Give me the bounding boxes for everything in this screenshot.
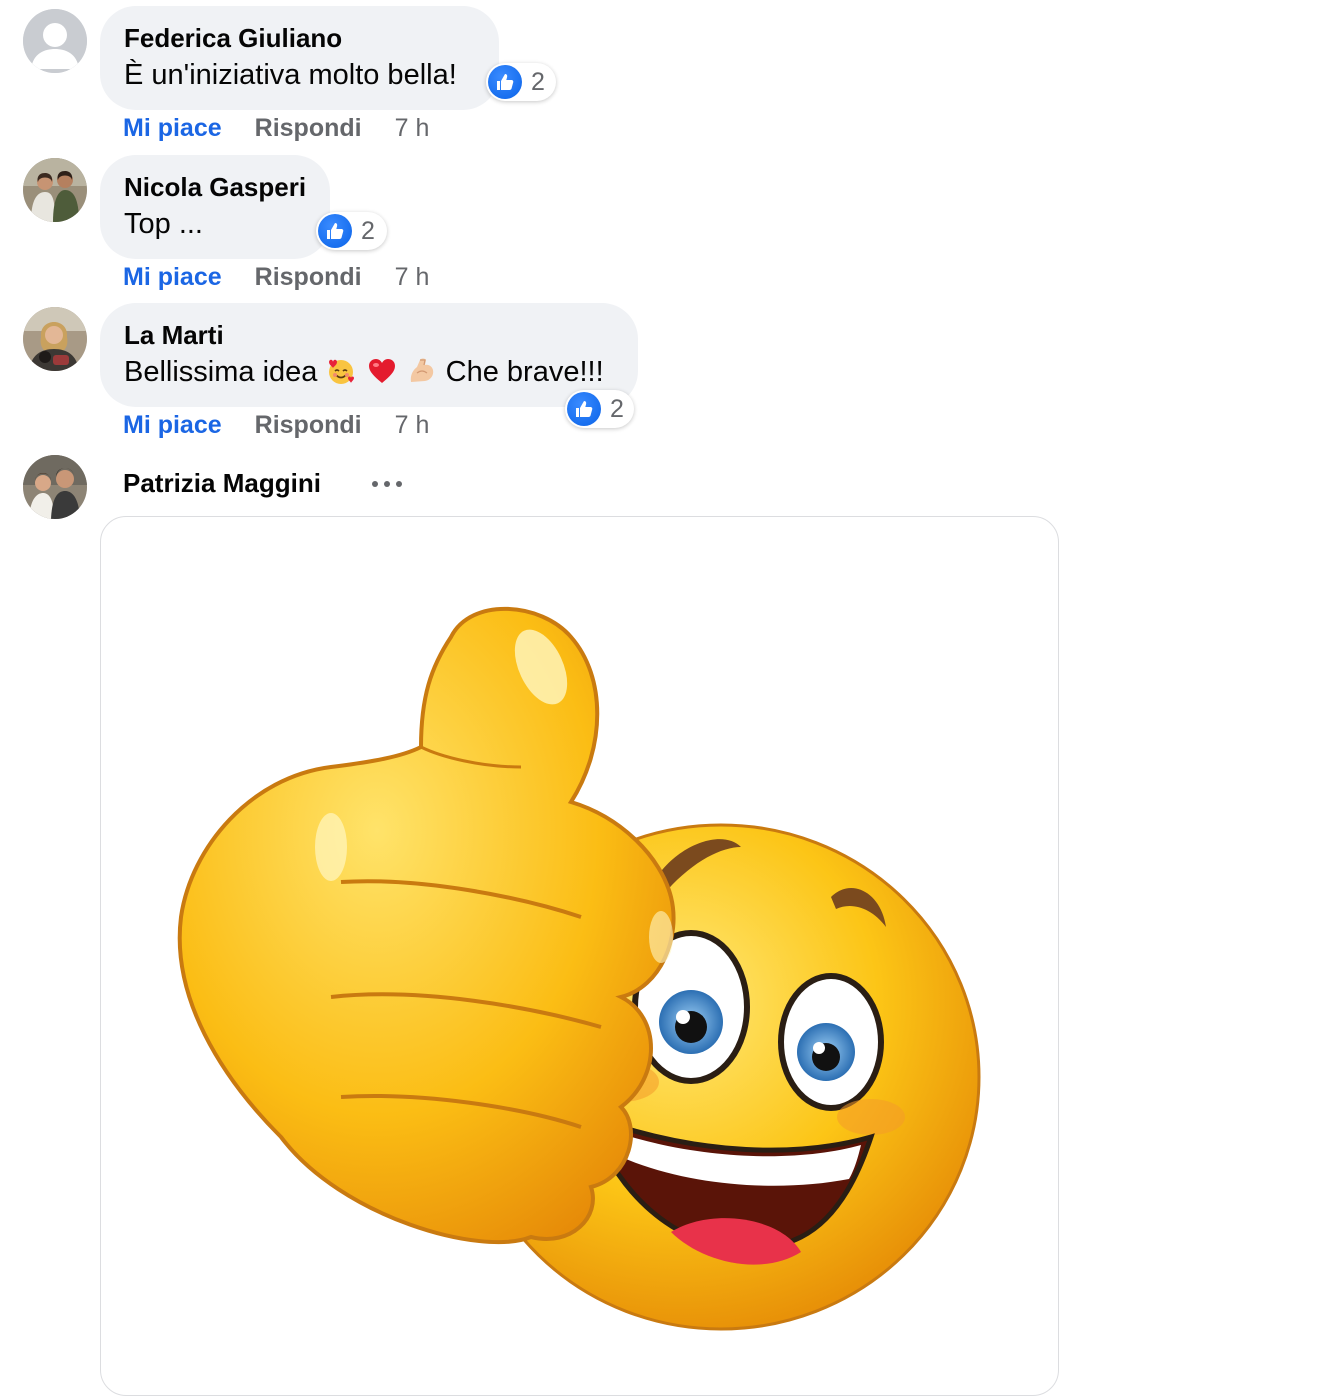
comment-text: È un'iniziativa molto bella! [124, 59, 457, 91]
reaction-count: 2 [610, 394, 624, 423]
smiling-face-with-hearts-icon [329, 359, 355, 384]
profile-photo-icon [23, 158, 87, 222]
reply-link[interactable]: Rispondi [255, 411, 362, 440]
comment-actions: Mi piace Rispondi 7 h [123, 263, 429, 292]
thumbs-up-smiley-icon [177, 606, 981, 1331]
comment-author[interactable]: Nicola Gasperi [124, 171, 306, 203]
flexed-biceps-icon [410, 358, 433, 382]
comment-text: Bellissima idea Che brave!!! [124, 353, 614, 391]
comment-actions: Mi piace Rispondi 7 h [123, 114, 429, 143]
comment-text-part: Che brave!!! [445, 356, 604, 388]
comment-author[interactable]: Federica Giuliano [124, 22, 475, 54]
red-heart-icon [368, 359, 395, 383]
like-reaction-icon [567, 392, 601, 426]
reaction-summary[interactable]: 2 [565, 390, 634, 428]
comment-bubble: La Marti Bellissima idea Che brave!!! [100, 303, 638, 407]
like-reaction-icon [318, 214, 352, 248]
reaction-count: 2 [531, 67, 545, 96]
comment-actions: Mi piace Rispondi 7 h [123, 411, 429, 440]
dot-icon [384, 481, 390, 487]
reply-link[interactable]: Rispondi [255, 114, 362, 143]
comment-text-part: Bellissima idea [124, 356, 318, 388]
comment-bubble: Federica Giuliano È un'iniziativa molto … [100, 6, 499, 110]
profile-photo-icon [23, 307, 87, 371]
like-link[interactable]: Mi piace [123, 114, 222, 143]
comment-author[interactable]: Patrizia Maggini [123, 467, 321, 499]
comment-author[interactable]: La Marti [124, 319, 614, 351]
avatar-default[interactable] [23, 9, 87, 73]
avatar-la-marti[interactable] [23, 307, 87, 371]
like-reaction-icon [488, 65, 522, 99]
reaction-summary[interactable]: 2 [486, 63, 556, 101]
reply-link[interactable]: Rispondi [255, 263, 362, 292]
dot-icon [396, 481, 402, 487]
comment-media-image[interactable] [100, 516, 1059, 1396]
reaction-summary[interactable]: 2 [316, 212, 387, 250]
like-link[interactable]: Mi piace [123, 263, 222, 292]
more-options-button[interactable] [372, 472, 402, 496]
like-link[interactable]: Mi piace [123, 411, 222, 440]
avatar-nicola[interactable] [23, 158, 87, 222]
comment-timestamp[interactable]: 7 h [395, 411, 430, 440]
reaction-count: 2 [361, 216, 375, 245]
comment-timestamp[interactable]: 7 h [395, 263, 430, 292]
profile-photo-icon [23, 455, 87, 519]
comment-timestamp[interactable]: 7 h [395, 114, 430, 143]
default-user-icon [23, 9, 87, 73]
comment-text: Top ... [124, 208, 203, 240]
avatar-patrizia[interactable] [23, 455, 87, 519]
comment-bubble: Nicola Gasperi Top ... [100, 155, 330, 259]
dot-icon [372, 481, 378, 487]
